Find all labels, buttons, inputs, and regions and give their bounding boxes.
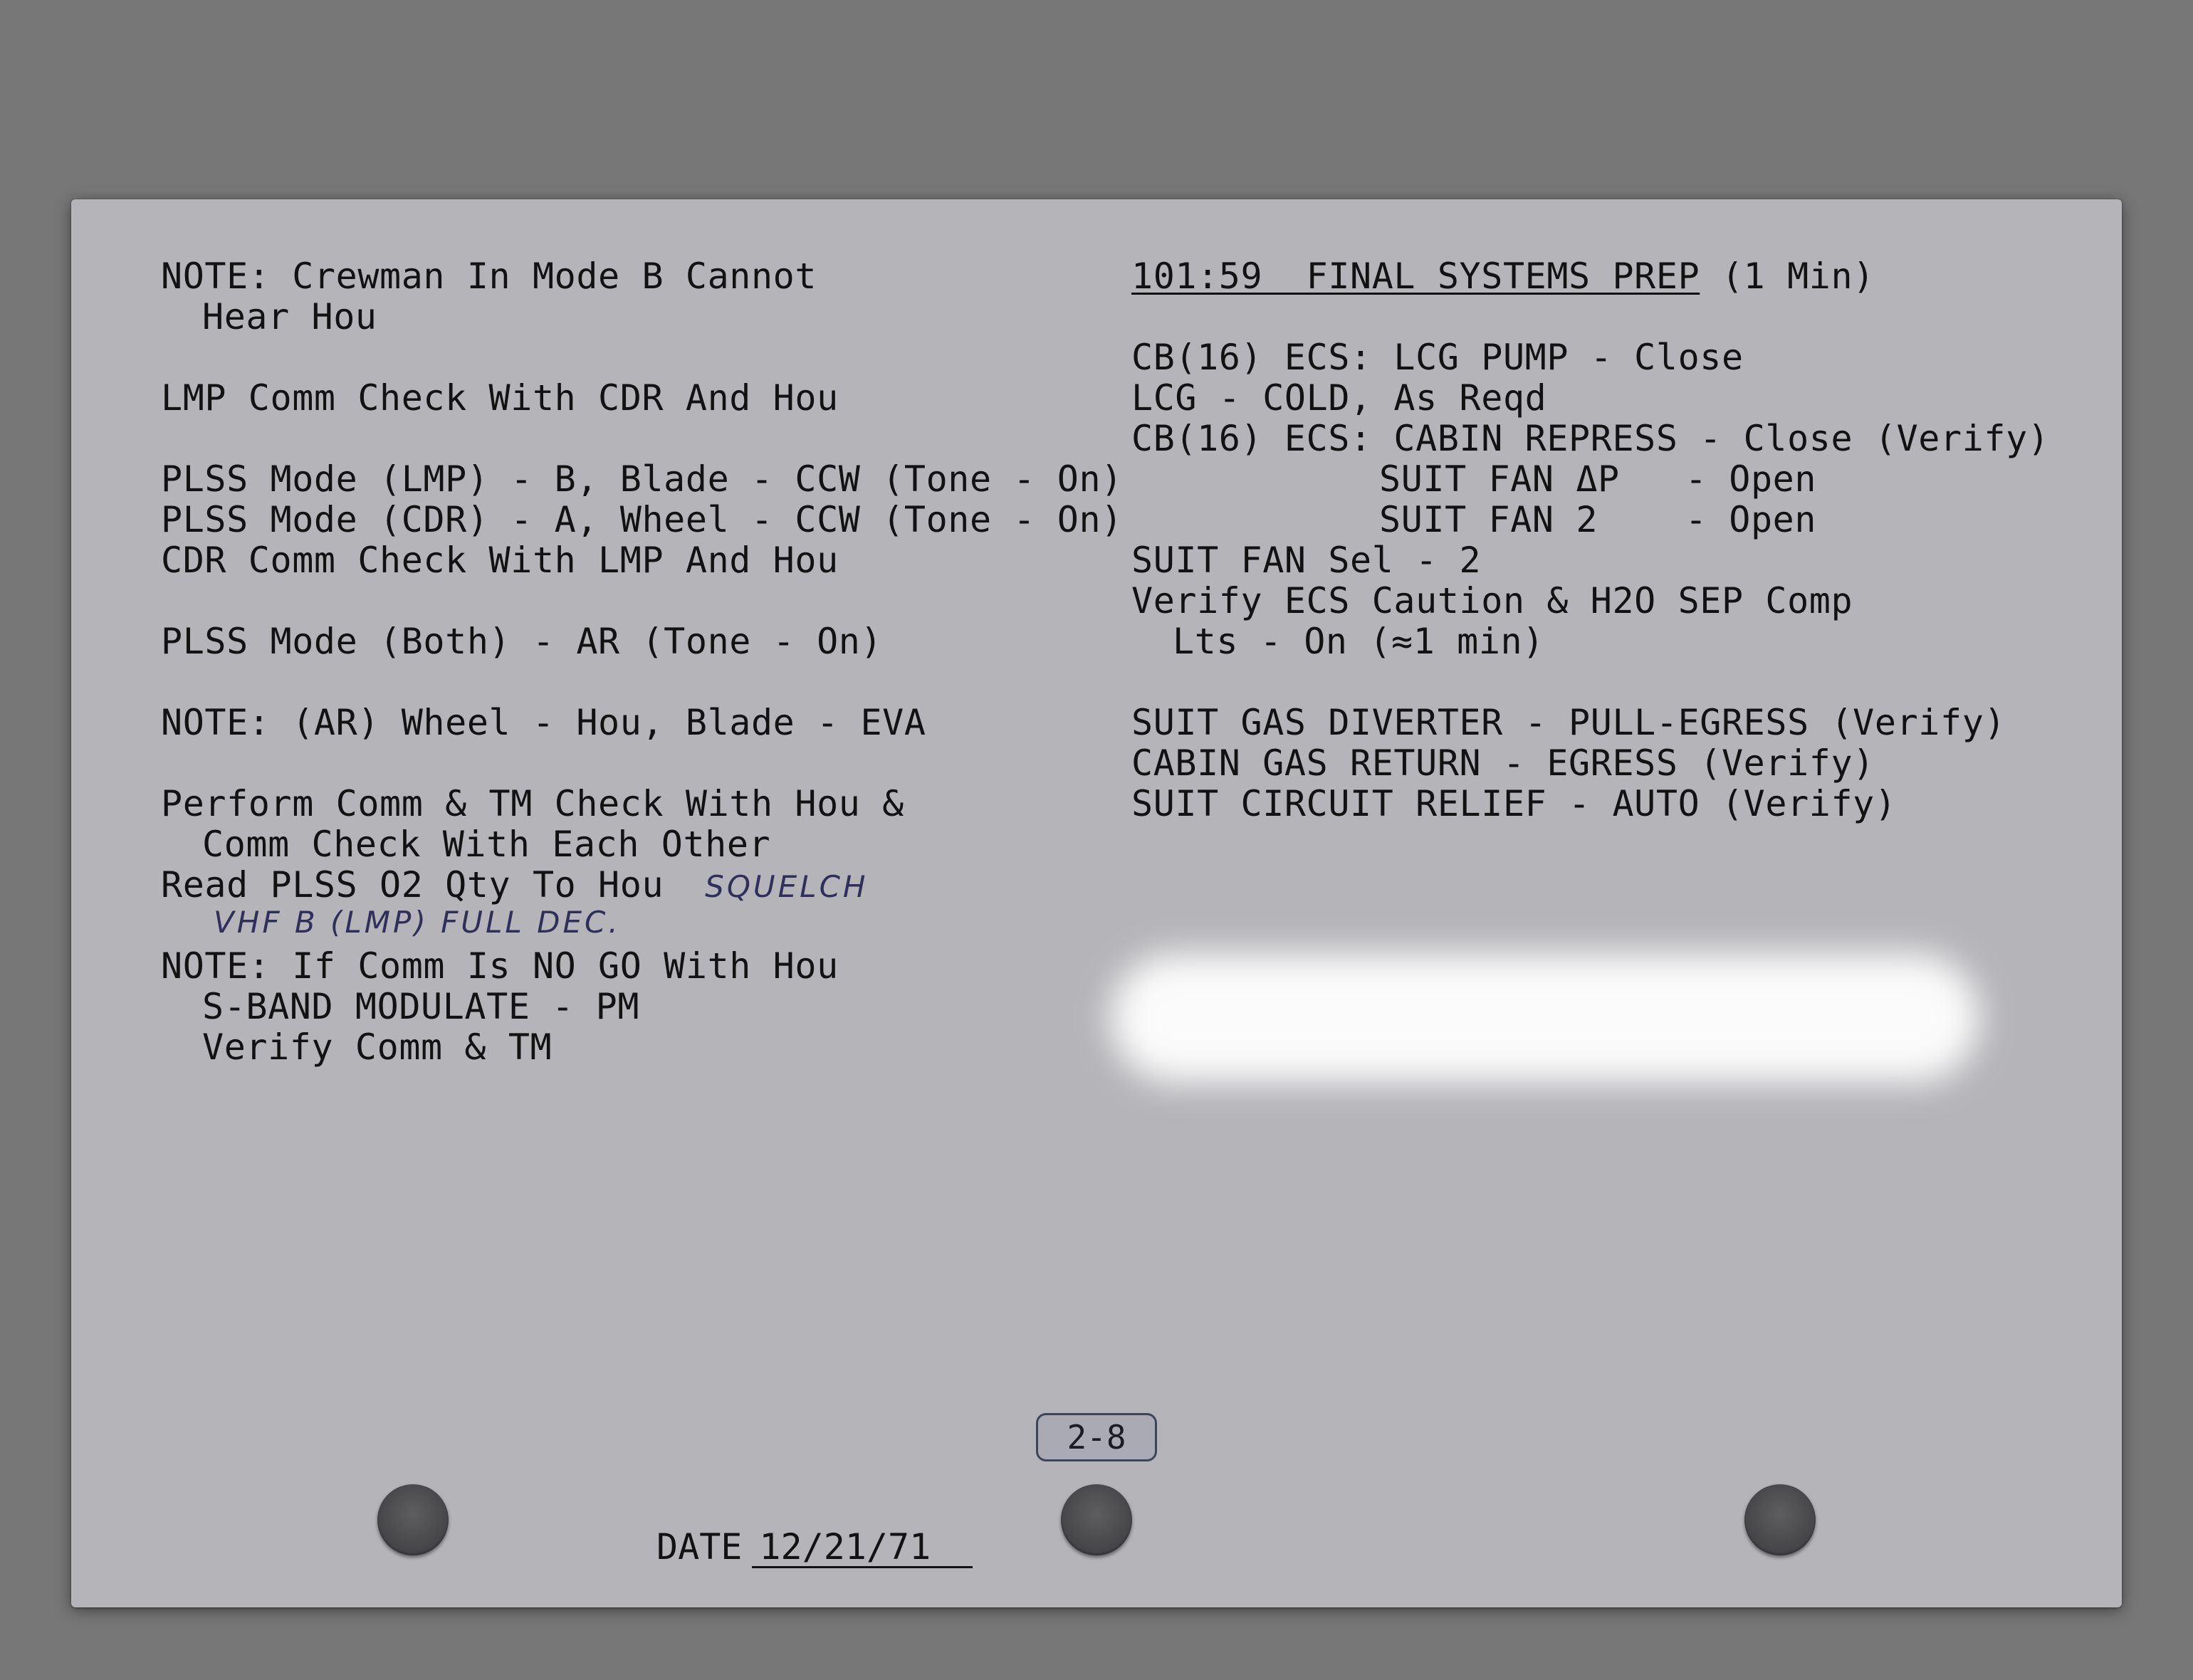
suit-fan-2: SUIT FAN 2 - Open [1379, 499, 1817, 540]
read-plss-o2: Read PLSS O2 Qty To Hou SQUELCH [161, 865, 1087, 905]
note-comm-nogo-line1: NOTE: If Comm Is NO GO With Hou [161, 945, 839, 987]
date-row: DATE 12/21/71 [656, 1527, 973, 1568]
suit-fan-dp: SUIT FAN ΔP - Open [1379, 458, 1817, 500]
verify-ecs-line1: Verify ECS Caution & H2O SEP Comp [1131, 580, 1853, 621]
perform-comm-line2: Comm Check With Each Other [202, 824, 771, 865]
plss-mode-both: PLSS Mode (Both) - AR (Tone - On) [161, 621, 883, 662]
suit-circuit-relief: SUIT CIRCUIT RELIEF - AUTO (Verify) [1131, 783, 1897, 824]
section-header: 101:59 FINAL SYSTEMS PREP (1 Min) [1131, 256, 2085, 297]
read-plss-text: Read PLSS O2 Qty To Hou [161, 864, 664, 905]
note-crewman-line2: Hear Hou [202, 296, 377, 337]
note-comm-nogo-line3: Verify Comm & TM [202, 1027, 553, 1068]
cabin-gas-return: CABIN GAS RETURN - EGRESS (Verify) [1131, 742, 1875, 784]
cdr-comm-check: CDR Comm Check With LMP And Hou [161, 540, 839, 581]
date-label: DATE [656, 1526, 743, 1568]
binder-hole-right-icon [1744, 1484, 1816, 1555]
page-number-badge: 2-8 [1036, 1413, 1157, 1461]
note-crewman-line1: NOTE: Crewman In Mode B Cannot [161, 256, 817, 297]
note-ar-wheel: NOTE: (AR) Wheel - Hou, Blade - EVA [161, 702, 926, 743]
cb-cabin-repress: CB(16) ECS: CABIN REPRESS - Close (Verif… [1131, 418, 2050, 459]
plss-mode-lmp: PLSS Mode (LMP) - B, Blade - CCW (Tone -… [161, 458, 1123, 500]
binder-hole-center-icon [1061, 1484, 1132, 1555]
checklist-page: NOTE: Crewman In Mode B Cannot Hear Hou … [71, 199, 2122, 1607]
right-column: 101:59 FINAL SYSTEMS PREP (1 Min) CB(16)… [1131, 256, 2085, 824]
handwritten-squelch: SQUELCH [705, 869, 869, 904]
verify-ecs-line2: Lts - On (≈1 min) [1173, 621, 1544, 662]
left-column: NOTE: Crewman In Mode B Cannot Hear Hou … [161, 256, 1123, 1068]
handwritten-vhf-note: VHF B (LMP) FULL DEC. [214, 905, 621, 940]
section-duration: (1 Min) [1700, 256, 1875, 297]
cb-lcg-pump: CB(16) ECS: LCG PUMP - Close [1131, 337, 1744, 378]
perform-comm-line1: Perform Comm & TM Check With Hou & [161, 783, 904, 824]
binder-hole-left-icon [377, 1484, 449, 1555]
section-title: 101:59 FINAL SYSTEMS PREP [1131, 256, 1700, 297]
lcg-cold: LCG - COLD, As Reqd [1131, 377, 1547, 419]
highlight-glow [1111, 954, 1979, 1082]
date-value: 12/21/71 [752, 1528, 973, 1568]
note-comm-nogo-line2: S-BAND MODULATE - PM [202, 986, 640, 1027]
suit-gas-diverter: SUIT GAS DIVERTER - PULL-EGRESS (Verify) [1131, 702, 2006, 743]
plss-mode-cdr: PLSS Mode (CDR) - A, Wheel - CCW (Tone -… [161, 499, 1123, 540]
lmp-comm-check: LMP Comm Check With CDR And Hou [161, 377, 839, 419]
suit-fan-sel: SUIT FAN Sel - 2 [1131, 540, 1482, 581]
